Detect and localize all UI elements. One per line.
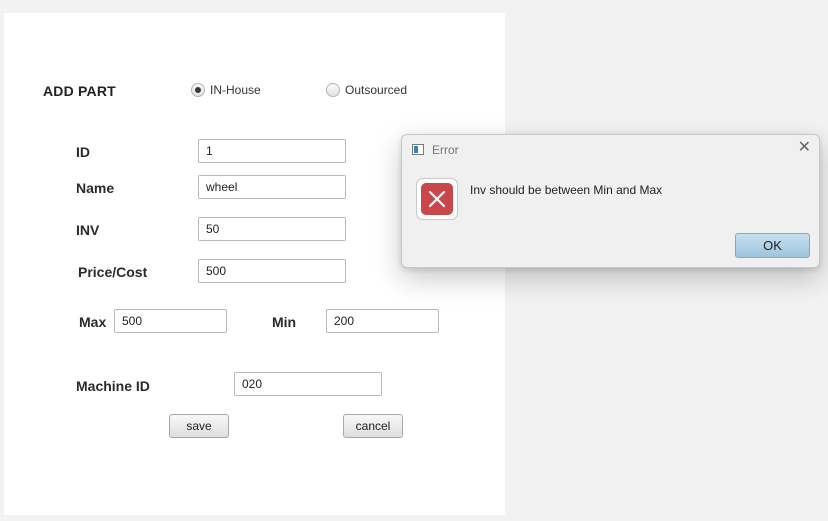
- id-field[interactable]: [198, 139, 346, 163]
- price-field[interactable]: [198, 259, 346, 283]
- close-icon[interactable]: ✕: [798, 140, 811, 156]
- x-mark-icon: [428, 190, 446, 208]
- dialog-title: Error: [432, 143, 459, 157]
- ok-button[interactable]: OK: [735, 233, 810, 258]
- radio-selected-dot: [195, 87, 201, 93]
- error-badge: [421, 183, 453, 215]
- app-window-icon: [412, 144, 424, 155]
- name-field[interactable]: [198, 175, 346, 199]
- page-title: ADD PART: [43, 83, 116, 99]
- radio-outsourced-circle[interactable]: [326, 83, 340, 97]
- max-label: Max: [79, 314, 107, 330]
- price-label: Price/Cost: [78, 264, 148, 280]
- radio-inhouse[interactable]: IN-House: [191, 83, 261, 97]
- machine-id-field[interactable]: [234, 372, 382, 396]
- min-field[interactable]: [326, 309, 439, 333]
- radio-outsourced[interactable]: Outsourced: [326, 83, 407, 97]
- error-dialog: Error ✕ Inv should be between Min and Ma…: [401, 134, 820, 268]
- id-label: ID: [76, 144, 90, 160]
- inv-field[interactable]: [198, 217, 346, 241]
- max-field[interactable]: [114, 309, 227, 333]
- save-button[interactable]: save: [169, 414, 229, 438]
- error-x-icon: [416, 178, 458, 220]
- radio-outsourced-label: Outsourced: [345, 83, 408, 97]
- radio-inhouse-label: IN-House: [210, 83, 261, 97]
- radio-inhouse-circle[interactable]: [191, 83, 205, 97]
- cancel-button[interactable]: cancel: [343, 414, 403, 438]
- machine-id-label: Machine ID: [76, 378, 150, 394]
- name-label: Name: [76, 180, 115, 196]
- min-label: Min: [272, 314, 297, 330]
- inv-label: INV: [76, 222, 100, 238]
- dialog-message: Inv should be between Min and Max: [470, 183, 663, 197]
